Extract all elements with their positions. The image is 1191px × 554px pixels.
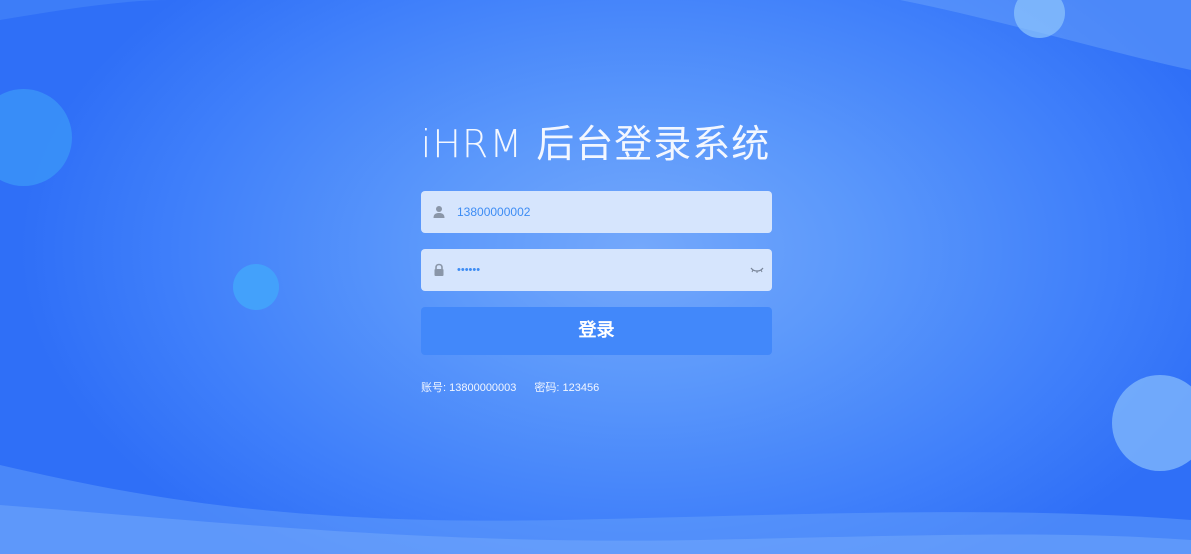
password-input[interactable]: •••••• [457, 249, 480, 291]
login-page: { "title": "iHRM 后台登录系统", "form": { "use… [0, 0, 1191, 554]
user-icon [433, 206, 445, 218]
eye-closed-icon[interactable] [750, 265, 764, 275]
login-button[interactable]: 登录 [421, 307, 772, 355]
decor-bubble [233, 264, 279, 310]
credentials-hint: 账号: 13800000003 密码: 123456 [421, 379, 599, 395]
username-field[interactable]: 13800000002 [421, 191, 772, 233]
lock-icon [434, 263, 444, 276]
password-field[interactable]: •••••• [421, 249, 772, 291]
username-input[interactable]: 13800000002 [457, 191, 530, 233]
hint-account: 账号: 13800000003 [421, 382, 517, 394]
hint-password: 密码: 123456 [534, 382, 600, 394]
page-title: iHRM 后台登录系统 [420, 122, 771, 166]
